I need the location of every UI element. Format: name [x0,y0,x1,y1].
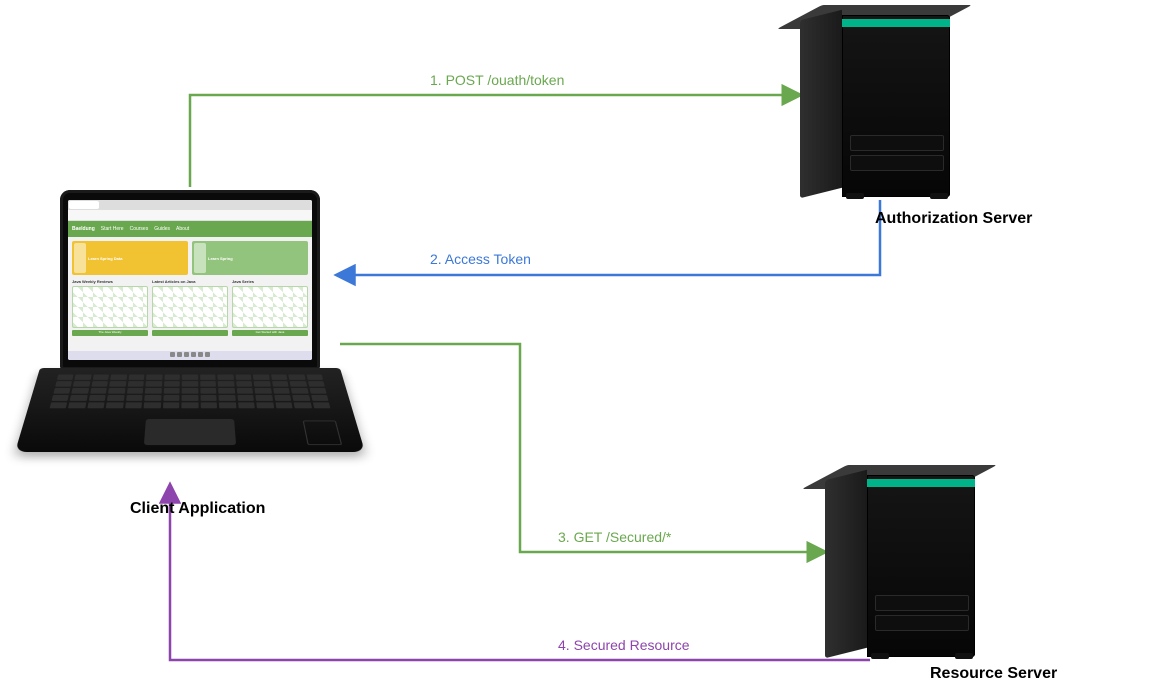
site-navbar: Baeldung Start Here Courses Guides About [68,221,312,237]
column-1-header: Java Weekly Reviews [72,279,148,284]
arrow-4-label: 4. Secured Resource [558,637,690,653]
arrow-3-label: 3. GET /Secured/* [558,529,671,545]
column-3-header: Java Series [232,279,308,284]
laptop-screen: Baeldung Start Here Courses Guides About… [68,200,312,360]
trackpad [144,419,236,445]
nav-item: Courses [130,226,149,232]
server-accent-bar [867,479,975,487]
resource-server-label: Resource Server [930,665,1057,683]
os-taskbar [68,351,312,360]
authorization-server-node [800,5,950,195]
banner-right-title: Learn Spring [208,256,233,261]
arrow-4-secured-resource [170,485,870,660]
column-1-footer: The Java Weekly [72,330,148,336]
arrow-3-get-secured [340,344,825,552]
browser-tabbar [68,200,312,210]
laptop-base [15,368,365,452]
client-application-node: Baeldung Start Here Courses Guides About… [40,190,340,480]
nav-item: Start Here [101,226,124,232]
column-1: Java Weekly Reviews The Java Weekly [72,279,148,336]
arrow-2-access-token [337,200,880,275]
resource-server-node [825,465,975,655]
keyboard-icon [48,375,333,416]
banner-left: Learn Spring Data [72,241,188,275]
authorization-server-label: Authorization Server [875,210,1032,228]
arrow-2-label: 2. Access Token [430,251,531,267]
column-2: Latest Articles on Java [152,279,228,336]
arrow-1-label: 1. POST /ouath/token [430,72,564,88]
nav-item: Guides [154,226,170,232]
site-name: Baeldung [72,226,95,232]
banner-right: Learn Spring [192,241,308,275]
column-3-footer: Get Started with Java [232,330,308,336]
column-3: Java Series Get Started with Java [232,279,308,336]
browser-addressbar [68,210,312,221]
client-application-label: Client Application [130,500,265,518]
site-logo: Baeldung [72,226,95,232]
banner-left-title: Learn Spring Data [88,256,122,261]
arrow-1-post-token [190,95,800,187]
column-2-header: Latest Articles on Java [152,279,228,284]
nav-item: About [176,226,189,232]
laptop-badge [303,421,343,446]
server-accent-bar [842,19,950,27]
